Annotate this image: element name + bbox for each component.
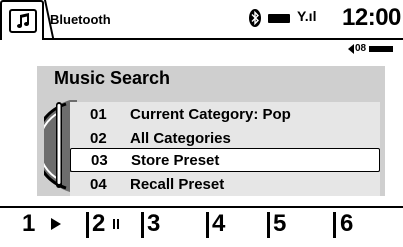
volume-level: 08 <box>355 43 367 54</box>
list-item[interactable]: 04 Recall Preset <box>70 172 380 196</box>
preset-label: 6 <box>340 210 354 237</box>
speaker-icon <box>348 43 354 54</box>
item-label: All Categories <box>130 129 231 147</box>
item-label: Recall Preset <box>130 175 225 193</box>
preset-label: 5 <box>273 210 287 237</box>
preset-button-1[interactable]: 1 <box>22 210 62 238</box>
item-label: Store Preset <box>131 151 220 169</box>
item-label: Current Category: Pop <box>130 105 291 123</box>
preset-button-4[interactable]: 4 <box>212 210 225 238</box>
status-bar: Bluetooth Y.ıl 12:00 <box>0 0 403 40</box>
screen: Bluetooth Y.ıl 12:00 08 Music Search 01 … <box>0 0 403 247</box>
volume-bar <box>369 45 394 52</box>
item-number: 04 <box>90 175 107 193</box>
preset-divider <box>333 212 336 238</box>
item-number: 01 <box>90 105 107 123</box>
panel-title: Music Search <box>54 68 171 88</box>
preset-label: 4 <box>212 210 226 237</box>
item-number: 02 <box>90 129 107 147</box>
list-item[interactable]: 02 All Categories <box>70 126 380 150</box>
item-number: 03 <box>91 151 108 169</box>
preset-button-5[interactable]: 5 <box>273 210 286 238</box>
preset-label: 1 <box>22 210 36 237</box>
preset-label: 3 <box>147 210 161 237</box>
source-title: Bluetooth <box>50 12 111 27</box>
preset-button-2[interactable]: 2 <box>92 210 120 238</box>
preset-divider <box>86 212 89 238</box>
preset-divider <box>206 212 209 238</box>
signal-strength: Y.ıl <box>297 8 317 24</box>
play-icon <box>51 218 62 230</box>
pause-icon <box>113 219 120 229</box>
source-tab[interactable] <box>0 0 44 40</box>
battery-icon <box>268 14 290 23</box>
bluetooth-icon <box>249 8 261 28</box>
preset-divider <box>267 212 270 238</box>
preset-button-6[interactable]: 6 <box>340 210 353 238</box>
volume-indicator: 08 <box>348 43 394 54</box>
music-note-icon[interactable] <box>9 9 37 33</box>
preset-divider <box>141 212 144 238</box>
preset-button-3[interactable]: 3 <box>147 210 160 238</box>
header-underline <box>44 38 403 40</box>
list-item[interactable]: 01 Current Category: Pop <box>70 102 380 126</box>
preset-label: 2 <box>92 210 106 237</box>
list-item-selected[interactable]: 03 Store Preset <box>70 148 380 172</box>
clock: 12:00 <box>342 4 401 31</box>
